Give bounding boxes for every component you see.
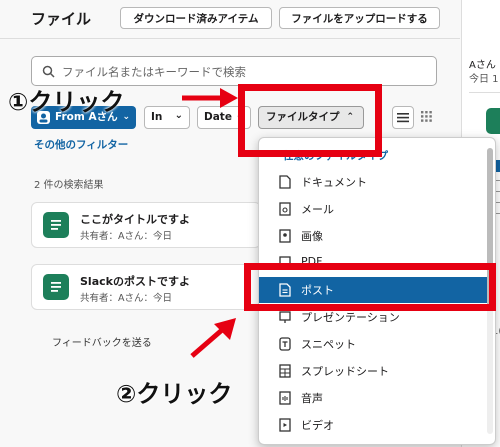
grid-view-button[interactable] bbox=[416, 106, 438, 129]
file-icon bbox=[43, 274, 69, 300]
image-icon bbox=[279, 229, 291, 243]
menu-item-snippet[interactable]: スニペット bbox=[259, 331, 487, 357]
grid-icon bbox=[421, 111, 432, 122]
file-result-card[interactable]: ここがタイトルですよ 共有者：Aさん：今日 bbox=[31, 202, 261, 248]
video-icon bbox=[279, 418, 291, 432]
menu-item-label: スニペット bbox=[301, 338, 356, 351]
email-icon bbox=[279, 202, 291, 216]
search-icon bbox=[42, 65, 55, 78]
menu-item-label: メール bbox=[301, 203, 334, 216]
in-filter-label: In bbox=[151, 111, 163, 123]
spreadsheet-icon bbox=[279, 364, 291, 378]
menu-item-label: ドキュメント bbox=[301, 176, 367, 189]
send-feedback-link[interactable]: フィードバックを送る bbox=[52, 334, 152, 349]
file-title: Slackのポストですよ bbox=[80, 275, 190, 288]
menu-item-label: 画像 bbox=[301, 230, 323, 243]
menu-item-label: 音声 bbox=[301, 392, 323, 405]
file-icon bbox=[43, 212, 69, 238]
menu-item-label: ビデオ bbox=[301, 419, 334, 432]
menu-item-label: プレゼンテーション bbox=[301, 311, 400, 324]
file-result-card[interactable]: Slackのポストですよ 共有者：Aさん：今日 bbox=[31, 264, 261, 310]
page-title: ファイル bbox=[31, 10, 92, 28]
downloaded-items-button[interactable]: ダウンロード済みアイテム bbox=[120, 7, 272, 29]
document-icon bbox=[279, 175, 291, 189]
detail-date: 今日 1 bbox=[469, 74, 499, 85]
menu-item-spreadsheet[interactable]: スプレッドシート bbox=[259, 358, 487, 384]
file-icon bbox=[486, 108, 500, 134]
presentation-icon bbox=[279, 311, 291, 323]
annotation-step2: ②クリック bbox=[116, 380, 233, 408]
annotation-arrow-icon bbox=[182, 88, 238, 108]
file-meta: 共有者：Aさん：今日 bbox=[80, 231, 172, 242]
menu-item-audio[interactable]: 音声 bbox=[259, 385, 487, 411]
annotation-step1: ①クリック bbox=[8, 88, 125, 116]
result-count: 2 件の検索結果 bbox=[34, 180, 104, 191]
annotation-highlight-box bbox=[244, 263, 496, 311]
detail-user: Aさん bbox=[469, 60, 496, 71]
date-filter-label: Date bbox=[204, 111, 232, 123]
annotation-arrow-icon bbox=[190, 318, 236, 358]
more-filters-link[interactable]: その他のフィルター bbox=[34, 137, 128, 152]
audio-icon bbox=[279, 391, 291, 405]
file-meta: 共有者：Aさん：今日 bbox=[80, 293, 172, 304]
list-view-button[interactable] bbox=[392, 106, 414, 129]
file-title: ここがタイトルですよ bbox=[80, 213, 190, 226]
header-divider bbox=[0, 38, 460, 39]
annotation-highlight-box bbox=[238, 84, 382, 157]
detail-divider bbox=[469, 92, 500, 93]
menu-item-video[interactable]: ビデオ bbox=[259, 412, 487, 438]
list-icon bbox=[397, 113, 409, 123]
search-placeholder: ファイル名またはキーワードで検索 bbox=[62, 65, 246, 79]
snippet-icon bbox=[279, 337, 291, 351]
upload-file-button[interactable]: ファイルをアップロードする bbox=[279, 7, 440, 29]
menu-item-label: スプレッドシート bbox=[301, 365, 389, 378]
menu-item-email[interactable]: メール bbox=[259, 196, 487, 222]
menu-item-document[interactable]: ドキュメント bbox=[259, 169, 487, 195]
menu-item-image[interactable]: 画像 bbox=[259, 223, 487, 249]
